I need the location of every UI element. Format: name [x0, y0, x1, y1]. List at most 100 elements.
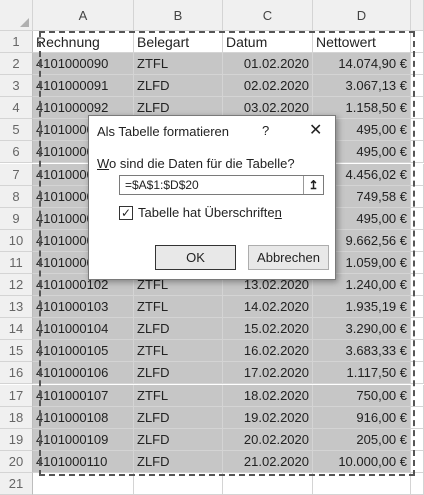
- cell-rechnung[interactable]: 4101000104: [33, 318, 134, 341]
- row-number[interactable]: 10: [0, 229, 33, 252]
- column-header-b[interactable]: B: [134, 0, 223, 31]
- cell-rechnung[interactable]: 4101000090: [33, 53, 134, 75]
- cell-rechnung[interactable]: 4101000108: [33, 406, 134, 429]
- range-input[interactable]: =$A$1:$D$20 ↥: [119, 175, 324, 195]
- cell-nettowert[interactable]: 1.935,19 €: [313, 296, 411, 319]
- cell-belegart[interactable]: ZLFD: [134, 318, 223, 341]
- row-number[interactable]: 5: [0, 119, 33, 142]
- headers-checkbox[interactable]: ✓: [119, 205, 133, 220]
- cell-belegart[interactable]: ZLFD: [134, 75, 223, 98]
- cell-belegart[interactable]: ZLFD: [134, 362, 223, 385]
- empty-cell[interactable]: [411, 119, 424, 142]
- cell-nettowert[interactable]: 205,00 €: [313, 428, 411, 451]
- empty-cell[interactable]: [411, 31, 424, 53]
- row-number[interactable]: 11: [0, 251, 33, 274]
- header-cell-datum[interactable]: Datum: [223, 31, 313, 53]
- empty-cell[interactable]: [223, 473, 313, 495]
- row-number[interactable]: 12: [0, 274, 33, 296]
- empty-cell[interactable]: [313, 473, 411, 495]
- empty-cell[interactable]: [411, 207, 424, 230]
- cell-rechnung[interactable]: 4101000105: [33, 340, 134, 363]
- empty-cell[interactable]: [134, 473, 223, 495]
- empty-cell[interactable]: [411, 97, 424, 120]
- headers-checkbox-row[interactable]: ✓ Tabelle hat Überschriften: [119, 205, 282, 220]
- empty-cell[interactable]: [411, 318, 424, 341]
- empty-cell[interactable]: [411, 296, 424, 319]
- empty-cell[interactable]: [411, 340, 424, 363]
- select-all-corner[interactable]: [0, 0, 33, 31]
- empty-cell[interactable]: [411, 428, 424, 451]
- cell-datum[interactable]: 18.02.2020: [223, 384, 313, 407]
- empty-cell[interactable]: [411, 185, 424, 208]
- row-number[interactable]: 13: [0, 296, 33, 319]
- row-number[interactable]: 14: [0, 318, 33, 341]
- cell-nettowert[interactable]: 750,00 €: [313, 384, 411, 407]
- row-number[interactable]: 16: [0, 362, 33, 385]
- empty-cell[interactable]: [411, 274, 424, 296]
- cell-belegart[interactable]: ZTFL: [134, 296, 223, 319]
- header-cell-nettowert[interactable]: Nettowert: [313, 31, 411, 53]
- row-number[interactable]: 2: [0, 53, 33, 75]
- ok-button[interactable]: OK: [155, 245, 236, 270]
- row-number[interactable]: 18: [0, 406, 33, 429]
- row-number[interactable]: 1: [0, 31, 33, 53]
- cell-belegart[interactable]: ZLFD: [134, 450, 223, 473]
- cell-datum[interactable]: 21.02.2020: [223, 450, 313, 473]
- cell-rechnung[interactable]: 4101000110: [33, 450, 134, 473]
- cancel-button[interactable]: Abbrechen: [248, 245, 329, 270]
- cell-rechnung[interactable]: 4101000109: [33, 428, 134, 451]
- row-number[interactable]: 15: [0, 340, 33, 363]
- empty-cell[interactable]: [411, 229, 424, 252]
- cell-datum[interactable]: 17.02.2020: [223, 362, 313, 385]
- cell-nettowert[interactable]: 3.290,00 €: [313, 318, 411, 341]
- cell-rechnung[interactable]: 4101000103: [33, 296, 134, 319]
- help-icon[interactable]: ?: [262, 123, 269, 138]
- empty-cell[interactable]: [411, 163, 424, 186]
- cell-nettowert[interactable]: 14.074,90 €: [313, 53, 411, 75]
- collapse-dialog-icon[interactable]: ↥: [303, 176, 323, 194]
- row-number[interactable]: 7: [0, 163, 33, 186]
- row-number[interactable]: 3: [0, 75, 33, 98]
- column-header-c[interactable]: C: [223, 0, 313, 31]
- empty-cell[interactable]: [411, 450, 424, 473]
- row-number[interactable]: 6: [0, 141, 33, 164]
- row-number[interactable]: 9: [0, 207, 33, 230]
- cell-rechnung[interactable]: 4101000106: [33, 362, 134, 385]
- cell-belegart[interactable]: ZLFD: [134, 406, 223, 429]
- cell-belegart[interactable]: ZTFL: [134, 384, 223, 407]
- cell-rechnung[interactable]: 4101000107: [33, 384, 134, 407]
- empty-cell[interactable]: [411, 473, 424, 495]
- cell-nettowert[interactable]: 1.117,50 €: [313, 362, 411, 385]
- cell-datum[interactable]: 14.02.2020: [223, 296, 313, 319]
- empty-cell[interactable]: [411, 141, 424, 164]
- cell-nettowert[interactable]: 3.067,13 €: [313, 75, 411, 98]
- empty-cell[interactable]: [411, 406, 424, 429]
- header-cell-belegart[interactable]: Belegart: [134, 31, 223, 53]
- row-number[interactable]: 19: [0, 428, 33, 451]
- cell-datum[interactable]: 01.02.2020: [223, 53, 313, 75]
- cell-belegart[interactable]: ZTFL: [134, 340, 223, 363]
- cell-nettowert[interactable]: 916,00 €: [313, 406, 411, 429]
- row-number[interactable]: 17: [0, 384, 33, 407]
- row-number[interactable]: 21: [0, 473, 33, 495]
- empty-cell[interactable]: [411, 251, 424, 274]
- cell-nettowert[interactable]: 3.683,33 €: [313, 340, 411, 363]
- empty-cell[interactable]: [33, 473, 134, 495]
- cell-belegart[interactable]: ZLFD: [134, 428, 223, 451]
- row-number[interactable]: 20: [0, 450, 33, 473]
- header-cell-rechnung[interactable]: Rechnung: [33, 31, 134, 53]
- cell-datum[interactable]: 15.02.2020: [223, 318, 313, 341]
- column-header-d[interactable]: D: [313, 0, 411, 31]
- row-number[interactable]: 8: [0, 185, 33, 208]
- cell-nettowert[interactable]: 10.000,00 €: [313, 450, 411, 473]
- empty-cell[interactable]: [411, 362, 424, 385]
- cell-datum[interactable]: 20.02.2020: [223, 428, 313, 451]
- empty-cell[interactable]: [411, 384, 424, 407]
- empty-cell[interactable]: [411, 53, 424, 75]
- row-number[interactable]: 4: [0, 97, 33, 120]
- column-header-e[interactable]: [411, 0, 424, 31]
- column-header-a[interactable]: A: [33, 0, 134, 31]
- cell-datum[interactable]: 19.02.2020: [223, 406, 313, 429]
- cell-belegart[interactable]: ZTFL: [134, 53, 223, 75]
- cell-datum[interactable]: 02.02.2020: [223, 75, 313, 98]
